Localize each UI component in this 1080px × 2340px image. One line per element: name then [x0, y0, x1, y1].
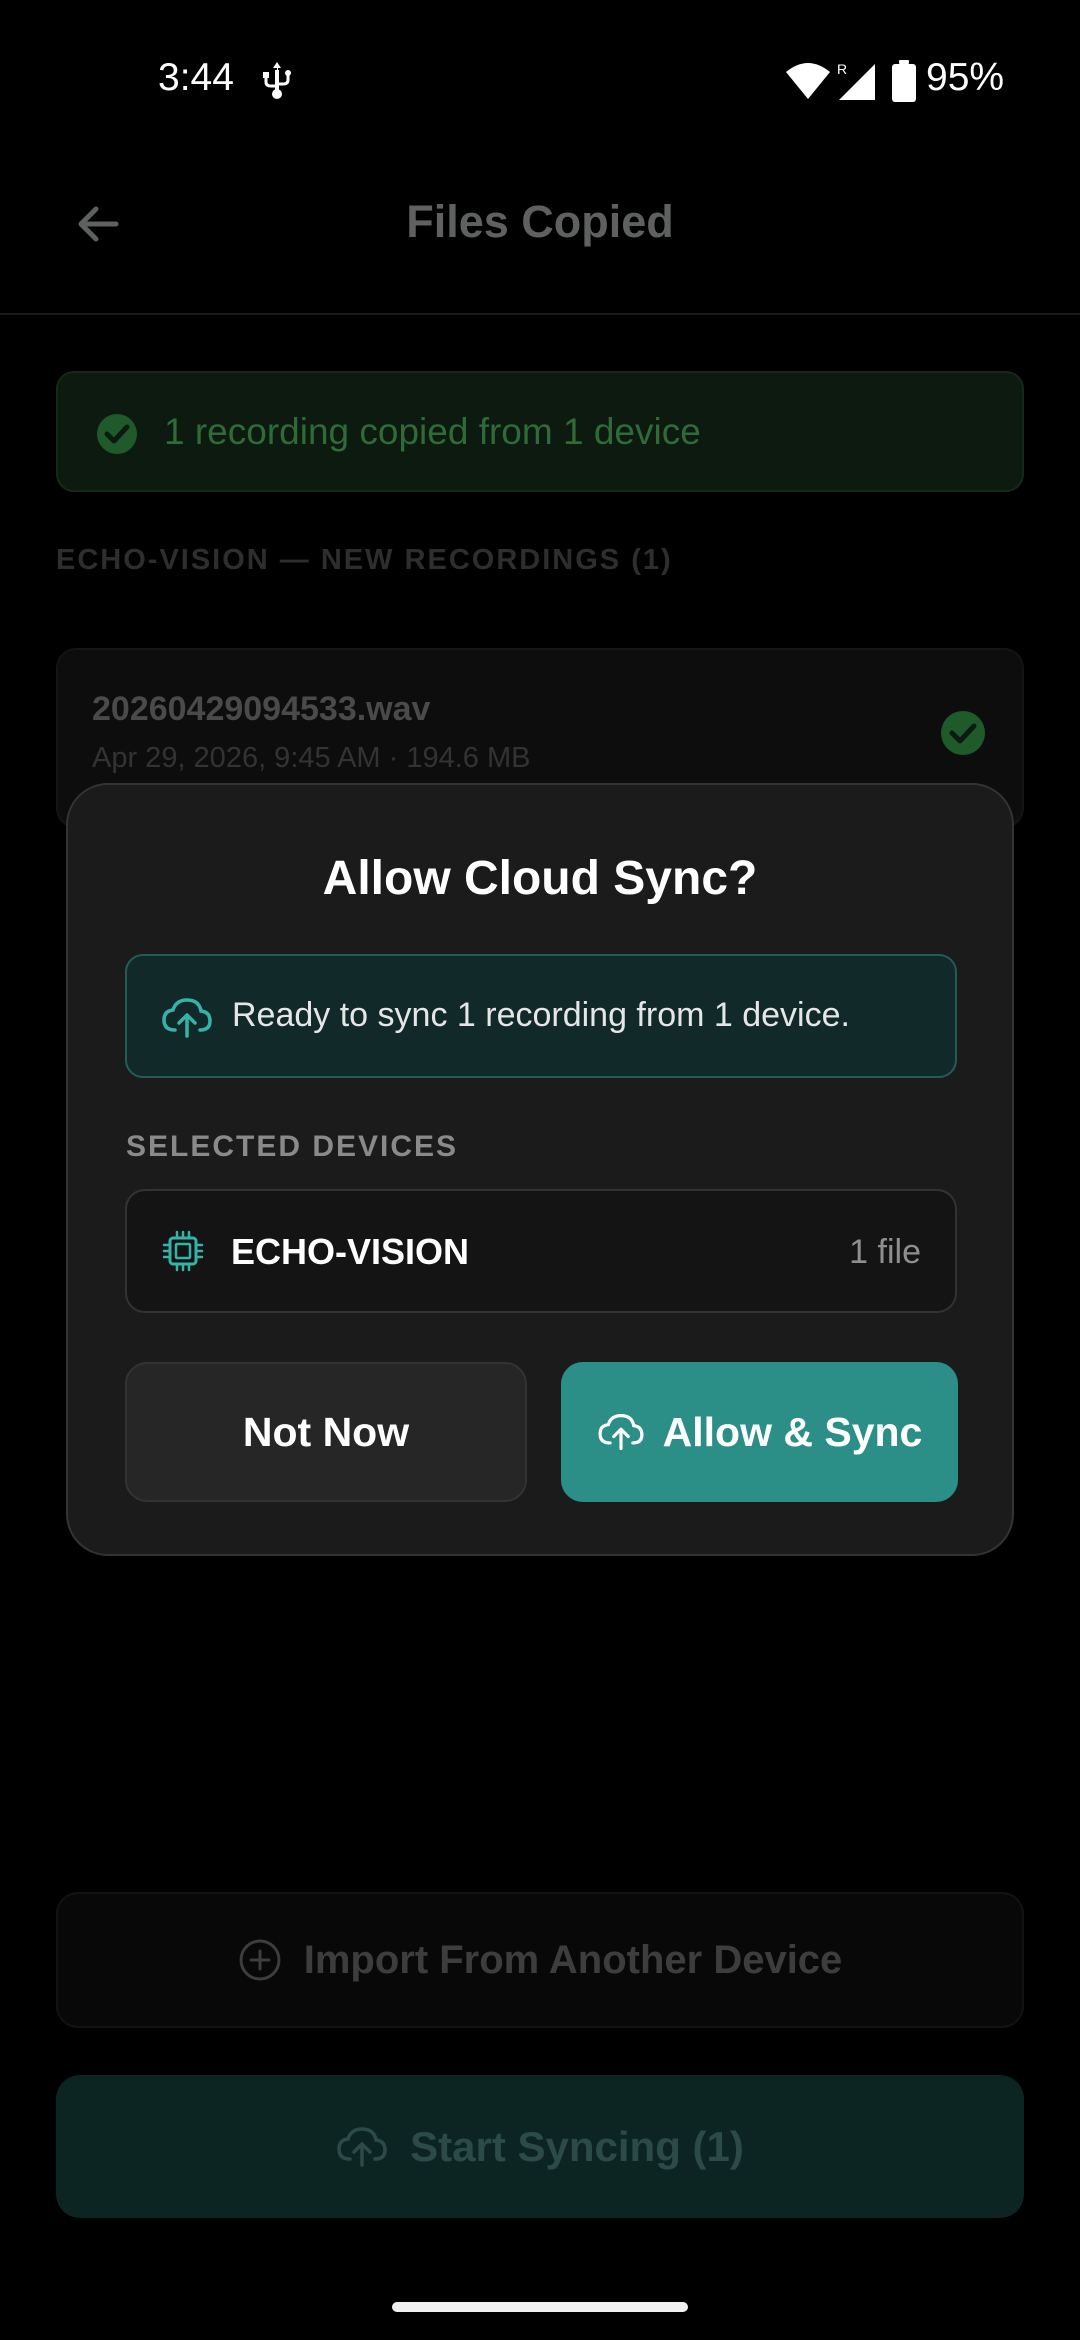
check-circle-icon [97, 414, 137, 454]
file-name: 20260429094533.wav [92, 690, 431, 728]
device-row: ECHO-VISION 1 file [125, 1189, 957, 1313]
file-meta: Apr 29, 2026, 9:45 AM · 194.6 MB [92, 742, 531, 774]
start-syncing-button[interactable]: Start Syncing (1) [56, 2075, 1024, 2218]
plus-circle-icon [239, 1939, 281, 1981]
start-syncing-label: Start Syncing (1) [410, 2122, 744, 2170]
dialog-title: Allow Cloud Sync? [322, 852, 758, 905]
cloud-upload-icon [162, 998, 212, 1038]
sync-info-box: Ready to sync 1 recording from 1 device. [125, 954, 957, 1078]
check-circle-icon [941, 711, 985, 755]
allow-sync-label: Allow & Sync [662, 1408, 923, 1455]
device-name: ECHO-VISION [231, 1231, 470, 1272]
device-file-count: 1 file [849, 1233, 921, 1271]
import-button-label: Import From Another Device [303, 1937, 843, 1982]
import-another-device-button[interactable]: Import From Another Device [56, 1892, 1024, 2028]
sync-info-text: Ready to sync 1 recording from 1 device. [232, 996, 850, 1034]
cloud-upload-icon [598, 1414, 644, 1450]
allow-sync-button[interactable]: Allow & Sync [561, 1362, 958, 1502]
cloud-sync-dialog: Allow Cloud Sync? Ready to sync 1 record… [66, 783, 1014, 1556]
success-text: 1 recording copied from 1 device [164, 411, 701, 452]
home-indicator[interactable] [392, 2302, 688, 2312]
not-now-button[interactable]: Not Now [125, 1362, 527, 1502]
selected-devices-label: SELECTED DEVICES [126, 1130, 459, 1163]
screen: 3:44 R 95% Files Copied 1 recording copi… [0, 0, 1080, 2340]
page-title: Files Copied [406, 196, 674, 247]
success-banner: 1 recording copied from 1 device [56, 371, 1024, 492]
section-header: ECHO-VISION — NEW RECORDINGS (1) [56, 544, 673, 576]
cloud-upload-icon [337, 2126, 387, 2167]
chip-icon [162, 1230, 204, 1272]
